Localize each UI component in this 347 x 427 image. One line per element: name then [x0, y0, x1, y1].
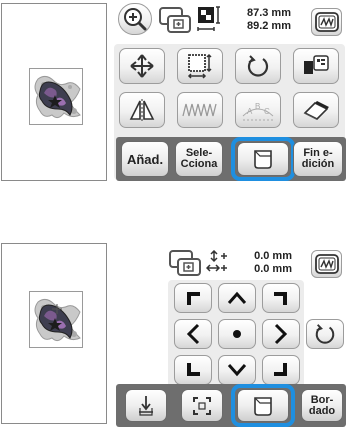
rotate-button[interactable]	[306, 319, 344, 349]
mirror-flip-icon	[129, 99, 155, 121]
needle-down-icon	[139, 395, 153, 416]
embroider-button-label-1: Bor-	[310, 393, 334, 406]
add-button[interactable]: Añad.	[121, 141, 169, 177]
horizontal-move-readout: 0.0 mm	[254, 263, 292, 275]
corner-up-right-icon	[274, 292, 287, 305]
text-array-icon: A B C	[242, 102, 274, 121]
density-button[interactable]	[177, 92, 223, 128]
density-zigzag-icon	[182, 103, 217, 117]
arrow-left-icon	[186, 323, 200, 345]
select-button[interactable]: Sele- Cciona	[175, 141, 223, 177]
pattern-size-icon	[197, 6, 220, 31]
pattern-height-readout: 89.2 mm	[246, 20, 291, 32]
color-button[interactable]	[293, 48, 339, 84]
thread-color-icon	[304, 55, 329, 74]
vertical-move-readout: 0.0 mm	[254, 250, 292, 262]
embroidery-pattern-image	[34, 75, 81, 119]
move-left-button[interactable]	[174, 319, 212, 349]
move-up-right-button[interactable]	[262, 283, 300, 313]
hoop-size-icon	[169, 250, 201, 276]
top-embroidery-frame	[29, 68, 83, 125]
arrow-down-icon	[227, 364, 247, 377]
arrow-up-icon	[227, 291, 247, 304]
corner-up-left-icon	[187, 292, 200, 305]
top-preview-pane	[1, 3, 107, 181]
move-down-left-button[interactable]	[174, 355, 212, 385]
frame-view-button[interactable]	[311, 8, 342, 36]
trial-button[interactable]	[181, 389, 223, 422]
end-editing-button[interactable]: Fin e- dición	[293, 141, 343, 177]
zoom-button[interactable]	[118, 3, 152, 35]
move-button[interactable]	[119, 48, 165, 84]
select-button-label-2: Cciona	[180, 158, 218, 170]
size-button[interactable]	[177, 48, 223, 84]
bottom-preview-pane	[1, 243, 107, 424]
top-selection-highlight	[231, 137, 295, 181]
embroidery-frame-icon	[314, 12, 339, 32]
corner-down-left-icon	[187, 363, 200, 376]
embroider-button[interactable]: Bor- dado	[301, 389, 343, 422]
resize-icon	[187, 53, 212, 79]
add-button-label: Añad.	[126, 151, 164, 167]
svg-text:A: A	[247, 107, 253, 116]
corner-down-right-icon	[274, 363, 287, 376]
eraser-icon	[303, 101, 329, 120]
svg-text:C: C	[264, 107, 270, 116]
svg-text:B: B	[255, 102, 260, 111]
center-dot-icon	[233, 330, 241, 338]
embroidery-pattern-image	[34, 298, 81, 342]
mirror-button[interactable]	[119, 92, 165, 128]
move-up-button[interactable]	[218, 283, 256, 313]
frame-view-button[interactable]	[311, 250, 342, 278]
pattern-width-readout: 87.3 mm	[246, 7, 291, 19]
hoop-size-icon	[159, 7, 191, 33]
embroider-button-label-2: dado	[308, 404, 336, 417]
array-button[interactable]: A B C	[235, 92, 281, 128]
trial-frame-icon	[193, 396, 211, 415]
delete-button[interactable]	[293, 92, 339, 128]
end-editing-label-2: dición	[301, 158, 335, 170]
move-center-button[interactable]	[218, 319, 256, 349]
move-right-button[interactable]	[262, 319, 300, 349]
bottom-embroidery-frame	[29, 291, 83, 348]
bottom-selection-highlight	[231, 384, 295, 427]
move-down-right-button[interactable]	[262, 355, 300, 385]
move-distance-icon	[206, 250, 227, 272]
embroidery-frame-icon	[314, 254, 339, 274]
needle-position-button[interactable]	[125, 389, 167, 422]
move-up-left-button[interactable]	[174, 283, 212, 313]
arrow-right-icon	[274, 323, 288, 345]
magnifier-plus-icon	[124, 8, 147, 31]
rotate-icon	[247, 55, 269, 77]
rotate-button[interactable]	[235, 48, 281, 84]
move-down-button[interactable]	[218, 355, 256, 385]
move-arrows-icon	[130, 54, 154, 78]
rotate-icon	[315, 324, 335, 344]
